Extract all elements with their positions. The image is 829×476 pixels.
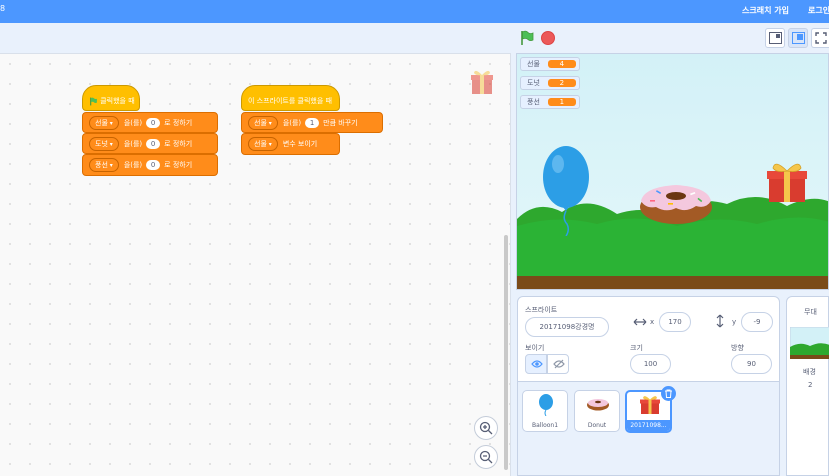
x-field[interactable]: 170 — [659, 312, 691, 332]
variable-dropdown[interactable]: 선물 — [248, 115, 278, 130]
when-sprite-clicked-block[interactable]: 이 스프라이트를 클릭했을 때 — [241, 85, 340, 111]
monitor-label: 선물 — [527, 60, 540, 68]
stop-icon[interactable] — [541, 31, 555, 45]
backdrop-label: 배경 — [803, 368, 816, 376]
small-stage-button[interactable] — [765, 28, 785, 48]
hat-label: 클릭했을 때 — [100, 97, 135, 105]
when-flag-clicked-block[interactable]: 클릭했을 때 — [82, 85, 140, 111]
value-input[interactable]: 0 — [146, 138, 161, 149]
block-text: 을(를) — [123, 161, 143, 169]
block-text: 만큼 바꾸기 — [323, 118, 358, 127]
green-flag-icon — [90, 97, 97, 105]
zoom-out-icon — [479, 450, 493, 464]
hat-label: 이 스프라이트를 클릭했을 때 — [248, 97, 332, 105]
y-label: y — [732, 318, 737, 326]
normal-stage-icon — [792, 32, 805, 44]
eye-slash-icon — [553, 359, 565, 369]
sprite-label: 스프라이트 — [525, 306, 558, 314]
value-input[interactable]: 0 — [146, 117, 161, 128]
block-text: 변수 보이기 — [282, 140, 318, 148]
donut-thumbnail-icon — [587, 399, 609, 411]
stage-header — [0, 23, 829, 53]
backdrop-count: 2 — [808, 381, 813, 389]
block-text: 로 정하기 — [164, 118, 193, 127]
zoom-in-icon — [479, 421, 493, 435]
monitor-value: 4 — [547, 60, 576, 68]
change-variable-block[interactable]: 선물 을(를) 1 만큼 바꾸기 — [241, 112, 383, 133]
eye-icon — [531, 360, 543, 368]
join-scratch-link[interactable]: 스크래치 가입 — [742, 5, 789, 16]
monitor-value: 2 — [547, 79, 576, 87]
sprite-name-field[interactable]: 20171098강경명 — [525, 317, 609, 337]
y-field[interactable]: -9 — [741, 312, 773, 332]
code-scrollbar[interactable] — [504, 235, 508, 470]
menu-fragment: 8 — [0, 4, 6, 13]
delete-sprite-button[interactable] — [661, 386, 676, 401]
block-text: 로 정하기 — [164, 139, 193, 148]
show-variable-block[interactable]: 선물 변수 보이기 — [241, 133, 340, 155]
x-label: x — [650, 318, 655, 326]
stage-selector-pane[interactable]: 무대 배경 2 — [786, 296, 829, 476]
normal-stage-button[interactable] — [788, 28, 808, 48]
variable-dropdown[interactable]: 선물 — [89, 115, 119, 130]
gift-thumbnail-icon — [640, 396, 660, 414]
sprite-tile-name: Donut — [587, 422, 607, 429]
balloon-thumbnail-icon — [539, 394, 553, 416]
fullscreen-button[interactable] — [811, 28, 829, 48]
donut-sprite[interactable] — [638, 181, 714, 225]
block-text: 로 정하기 — [164, 161, 193, 169]
variable-monitor: 풍선 1 — [520, 95, 580, 109]
sign-in-link[interactable]: 로그인 — [808, 5, 829, 16]
monitor-label: 풍선 — [527, 98, 540, 106]
stage-pane-title: 무대 — [804, 308, 817, 316]
variable-dropdown[interactable]: 선물 — [248, 137, 278, 151]
direction-label: 방향 — [731, 344, 744, 352]
fullscreen-icon — [815, 32, 827, 44]
green-flag-icon[interactable] — [519, 30, 535, 46]
variable-dropdown[interactable]: 도넛 — [89, 136, 119, 151]
variable-dropdown[interactable]: 풍선 — [89, 158, 119, 172]
trash-icon — [665, 389, 672, 398]
gift-sprite[interactable] — [765, 160, 809, 204]
sprite-tile[interactable]: Donut — [574, 390, 620, 432]
x-position-icon — [633, 318, 647, 326]
sprite-tile-name: 201710​98... — [627, 420, 670, 431]
set-variable-block[interactable]: 도넛 을(를) 0 로 정하기 — [82, 133, 218, 154]
hide-sprite-button[interactable] — [547, 354, 569, 374]
set-variable-block[interactable]: 선물 을(를) 0 로 정하기 — [82, 112, 218, 133]
sprite-tile-name: Balloon1 — [531, 422, 559, 429]
variable-monitor: 도넛 2 — [520, 76, 580, 90]
menu-bar: 8 스크래치 가입 로그인 — [0, 0, 829, 23]
size-field[interactable]: 100 — [630, 354, 671, 374]
zoom-in-button[interactable] — [474, 416, 498, 440]
small-stage-icon — [769, 32, 782, 44]
current-sprite-gift-icon — [471, 70, 493, 94]
variable-monitor: 선물 4 — [520, 57, 580, 71]
value-input[interactable]: 0 — [146, 160, 161, 170]
monitor-label: 도넛 — [527, 79, 540, 87]
value-input[interactable]: 1 — [305, 117, 320, 128]
y-position-icon — [716, 314, 724, 328]
balloon-sprite[interactable] — [542, 144, 594, 236]
show-sprite-button[interactable] — [525, 354, 547, 374]
monitor-value: 1 — [547, 98, 576, 106]
direction-field[interactable]: 90 — [731, 354, 772, 374]
set-variable-block[interactable]: 풍선 을(를) 0 로 정하기 — [82, 154, 218, 176]
show-label: 보이기 — [525, 344, 545, 352]
block-text: 을(를) — [123, 139, 143, 148]
zoom-out-button[interactable] — [474, 445, 498, 469]
block-text: 을(를) — [123, 118, 143, 127]
backdrop-thumbnail — [790, 327, 829, 359]
size-label: 크기 — [630, 344, 643, 352]
sprite-tile[interactable]: Balloon1 — [522, 390, 568, 432]
block-text: 을(를) — [282, 118, 302, 127]
